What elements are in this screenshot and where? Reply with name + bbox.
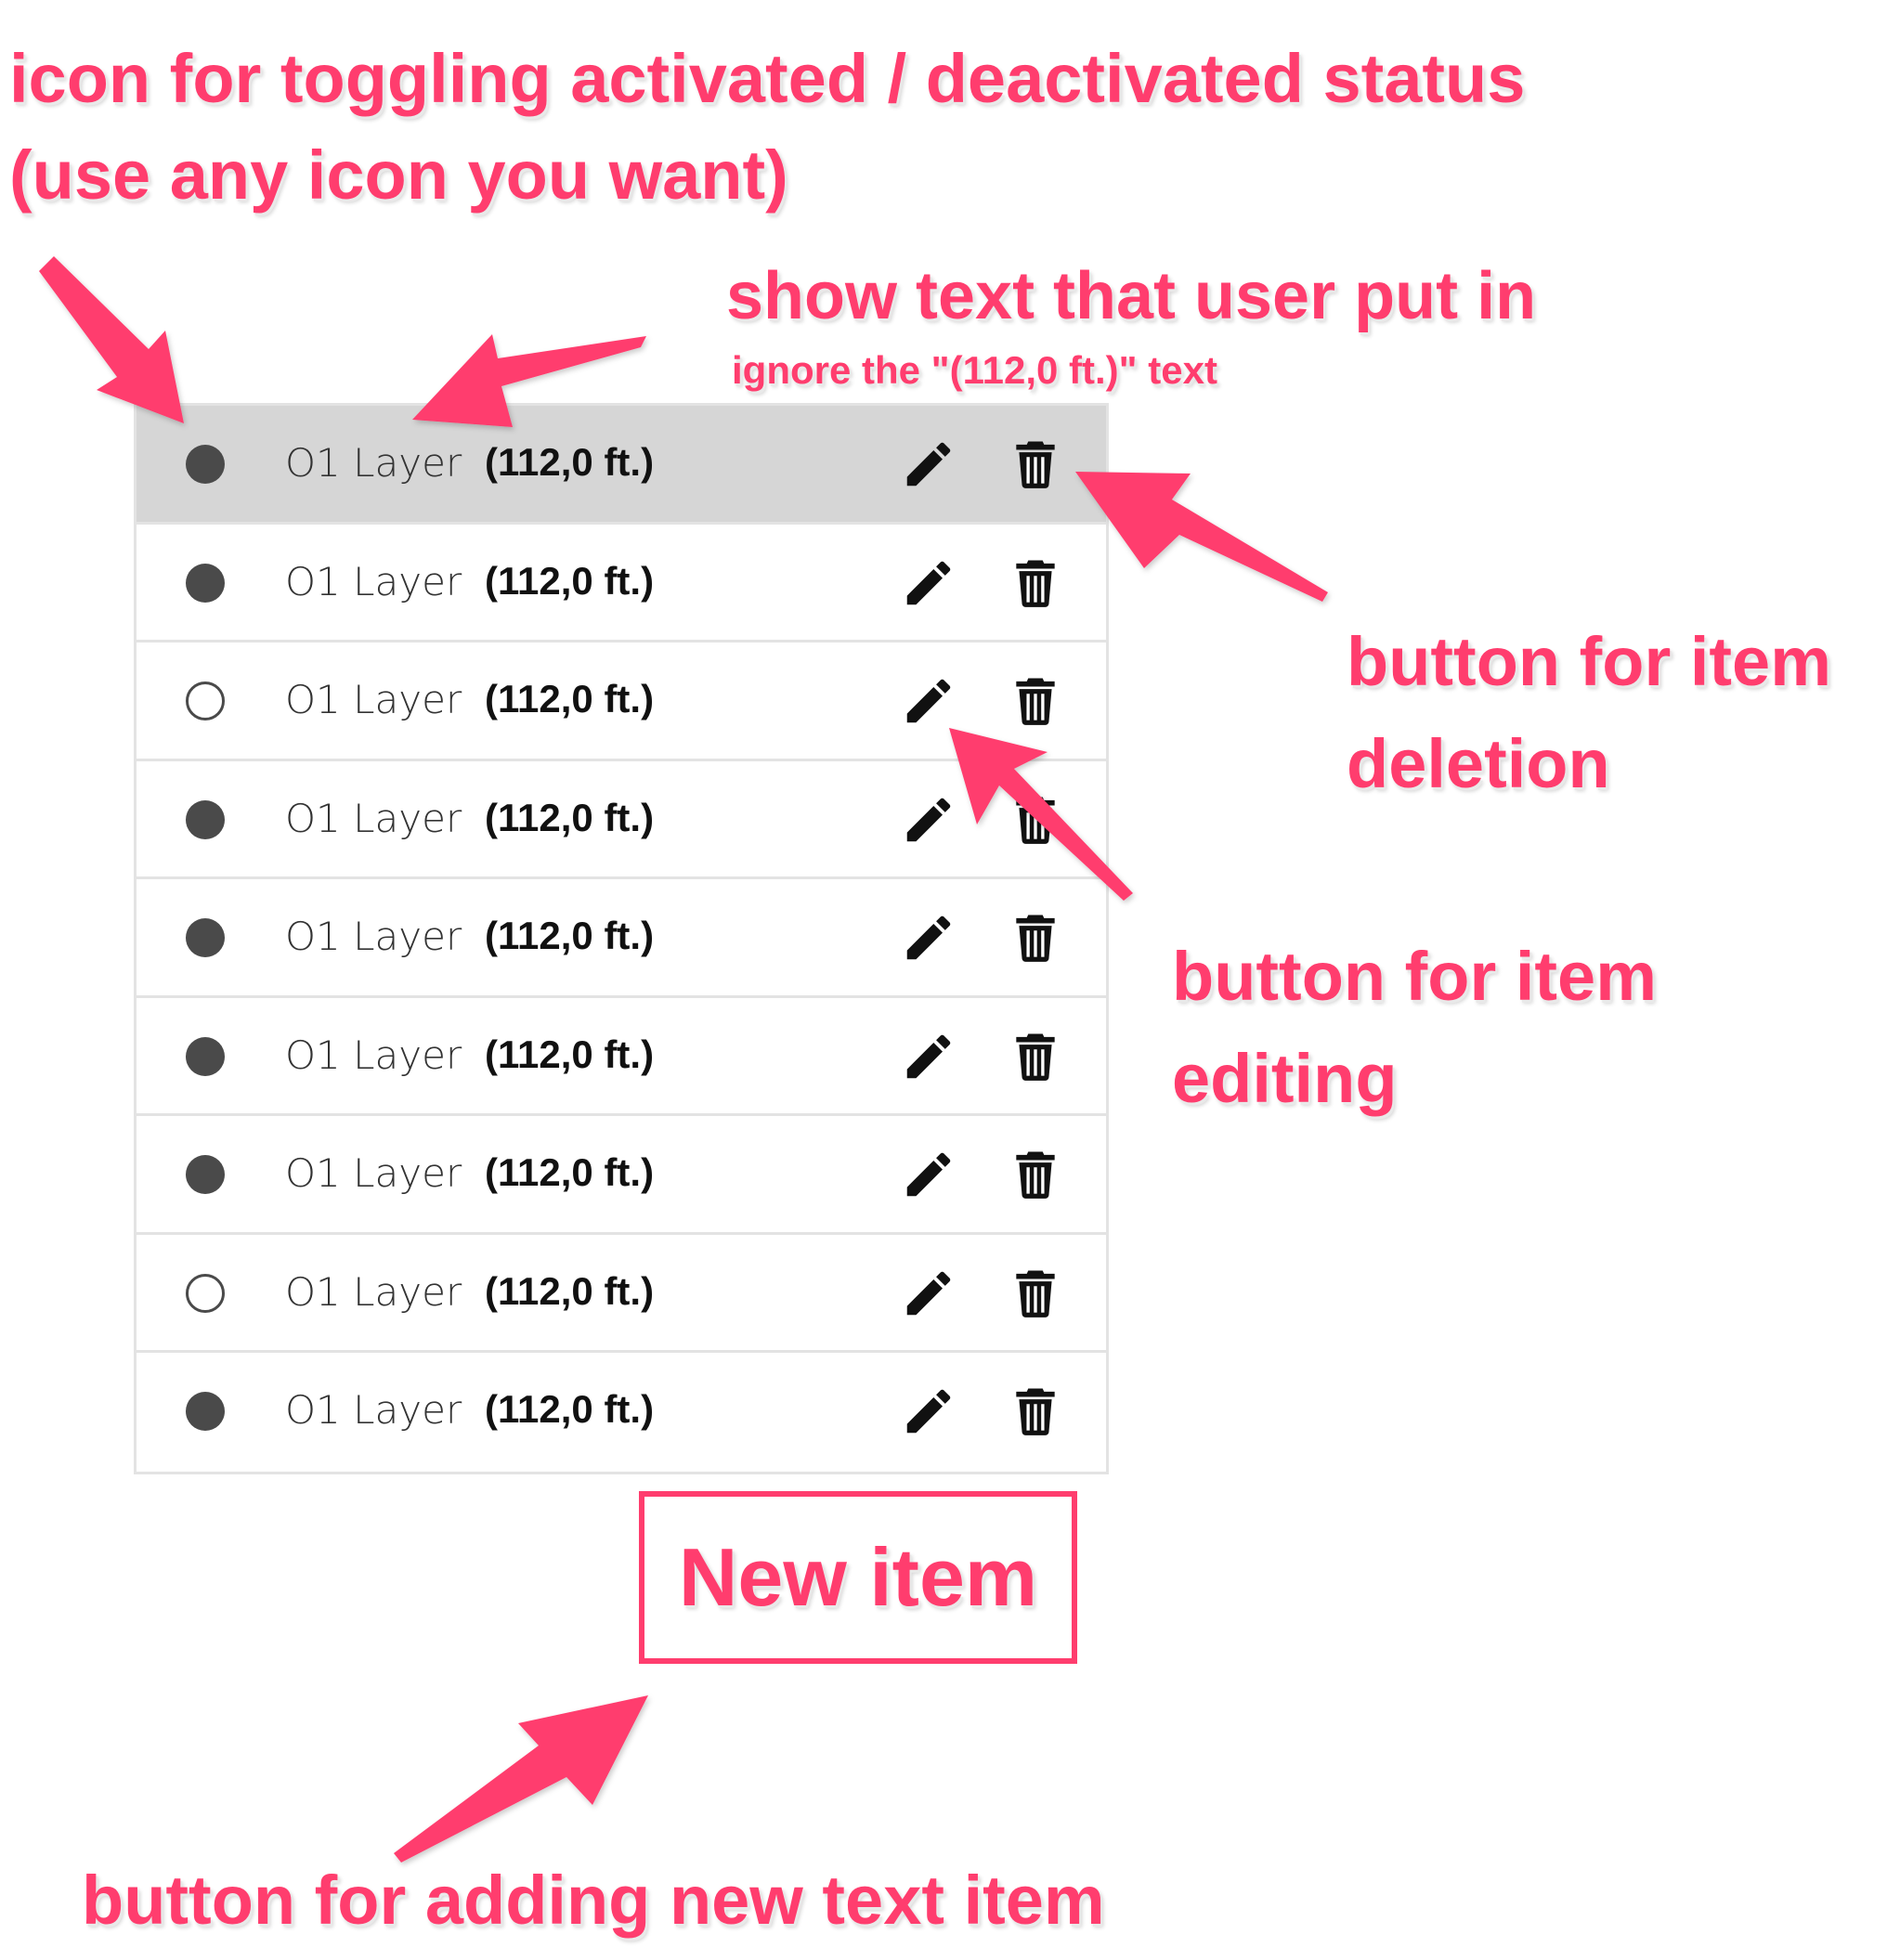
annotation-arrows <box>39 256 1328 1863</box>
arrow-to-toggle-icon <box>39 256 184 423</box>
arrow-to-delete-button <box>1075 472 1328 602</box>
arrow-to-edit-button <box>949 728 1133 901</box>
arrow-to-item-text <box>412 334 646 427</box>
arrow-to-new-item-button <box>394 1695 648 1863</box>
